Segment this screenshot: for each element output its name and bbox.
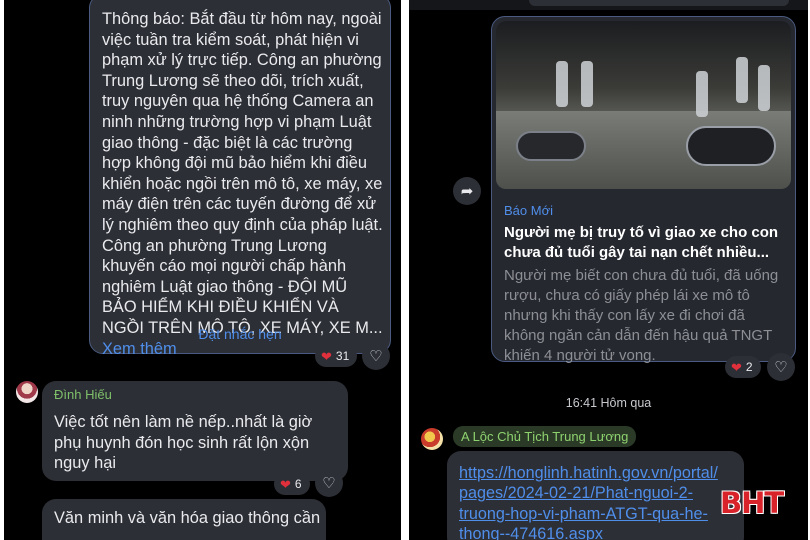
panel-divider	[401, 0, 409, 540]
set-reminder-button[interactable]: Đặt nhắc hẹn	[90, 326, 390, 342]
avatar[interactable]	[16, 381, 38, 403]
timestamp: 16:41 Hôm qua	[565, 396, 652, 410]
heart-icon: ❤	[280, 476, 291, 492]
reaction-count-reply[interactable]: ❤ 6	[274, 473, 310, 495]
share-arrow-icon: ➦	[460, 183, 474, 200]
top-strip	[409, 0, 808, 10]
previous-message-edge	[529, 0, 789, 6]
accident-photo[interactable]	[496, 21, 791, 189]
announcement-message[interactable]: Thông báo: Bắt đầu từ hôm nay, ngoài việ…	[89, 0, 391, 358]
heart-icon: ❤	[321, 348, 332, 364]
react-button[interactable]: ♡	[767, 353, 795, 381]
card-description: Người mẹ biết con chưa đủ tuổi, đã uống …	[504, 267, 779, 364]
avatar[interactable]	[421, 428, 443, 450]
photo-person	[696, 71, 708, 117]
heart-outline-icon: ♡	[322, 475, 336, 492]
message-text: Việc tốt nên làm nề nếp..nhất là giờ phụ…	[54, 413, 313, 473]
react-button[interactable]: ♡	[362, 342, 390, 370]
photo-motorbike	[686, 126, 776, 166]
photo-person	[581, 61, 593, 107]
left-chat-screenshot: Thông báo: Bắt đầu từ hôm nay, ngoài việ…	[4, 0, 401, 540]
announcement-text: Thông báo: Bắt đầu từ hôm nay, ngoài việ…	[102, 10, 383, 337]
news-link-card[interactable]: Báo Mới Người mẹ bị truy tố vì giao xe c…	[491, 16, 796, 364]
reaction-count: 2	[745, 360, 753, 374]
card-title[interactable]: Người mẹ bị truy tố vì giao xe cho con c…	[504, 223, 789, 263]
photo-person	[556, 61, 568, 107]
sender-name[interactable]: Đình Hiếu	[54, 387, 112, 402]
see-more-link[interactable]: Xem thêm	[102, 340, 177, 358]
photo-person	[736, 57, 748, 103]
card-source: Báo Mới	[504, 203, 553, 218]
bht-watermark-logo: BHT	[720, 486, 784, 520]
link-message[interactable]: https://honglinh.hatinh.gov.vn/portal/ p…	[447, 451, 744, 540]
message-text: Văn minh và văn hóa giao thông cần chấn …	[54, 509, 324, 527]
next-message[interactable]: Văn minh và văn hóa giao thông cần chấn …	[42, 499, 326, 540]
reply-message[interactable]: Đình Hiếu Việc tốt nên làm nề nếp..nhất …	[42, 381, 348, 481]
photo-motorbike	[516, 131, 586, 161]
heart-icon: ❤	[731, 359, 742, 375]
announcement-text-block: Thông báo: Bắt đầu từ hôm nay, ngoài việ…	[102, 9, 384, 359]
url-link[interactable]: https://honglinh.hatinh.gov.vn/portal/ p…	[459, 463, 739, 540]
reaction-count-announcement[interactable]: ❤ 31	[315, 345, 358, 367]
heart-outline-icon: ♡	[774, 359, 788, 376]
react-button[interactable]: ♡	[315, 469, 343, 497]
reaction-count: 31	[335, 349, 350, 363]
reaction-count: 6	[294, 477, 302, 491]
heart-outline-icon: ♡	[369, 348, 383, 365]
reaction-count-card[interactable]: ❤ 2	[725, 356, 761, 378]
right-chat-screenshot: ➦ Báo Mới Người mẹ bị truy tố vì giao xe…	[409, 0, 808, 540]
photo-person	[758, 65, 770, 111]
share-button[interactable]: ➦	[453, 177, 481, 205]
sender-name[interactable]: A Lộc Chủ Tịch Trung Lương	[453, 426, 637, 447]
